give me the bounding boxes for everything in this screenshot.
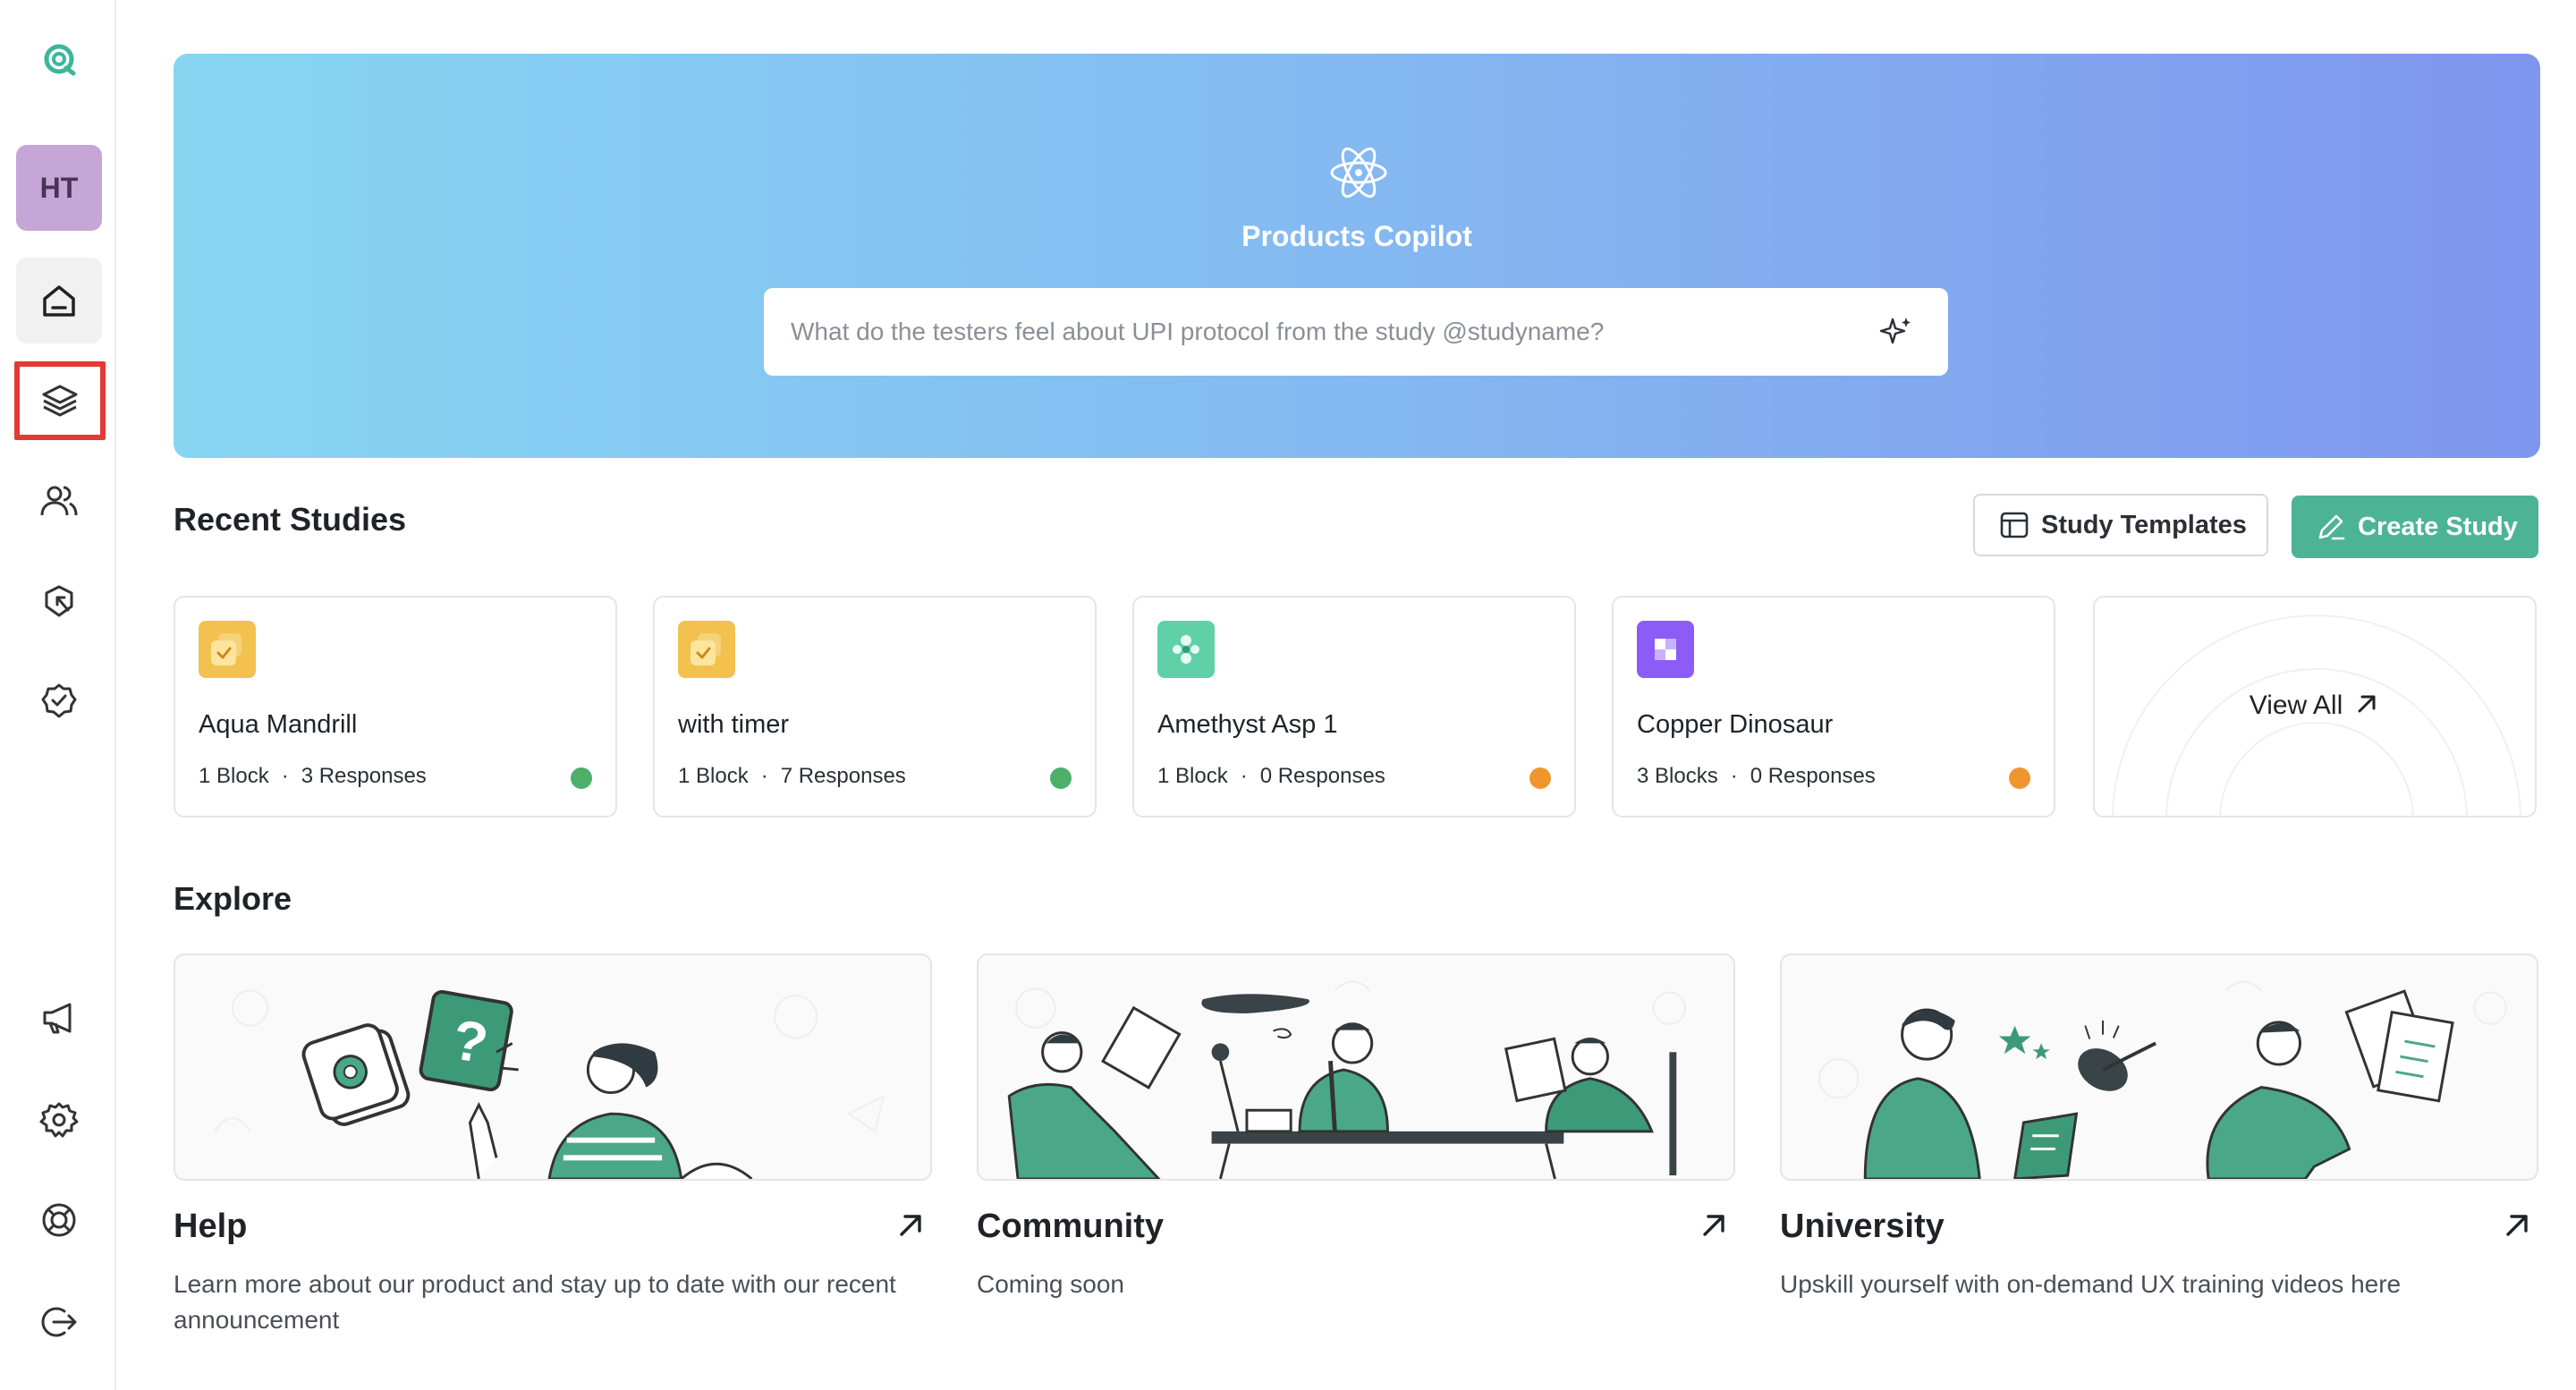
create-study-button[interactable]: Create Study: [2292, 496, 2538, 558]
sidebar-item-participants[interactable]: [16, 458, 102, 544]
view-all-card[interactable]: View All: [2093, 596, 2537, 818]
study-blocks: 1 Block: [1157, 764, 1228, 788]
sidebar: HT: [0, 0, 116, 1390]
template-icon: [2000, 512, 2029, 538]
layers-icon: [42, 385, 78, 417]
community-title[interactable]: Community: [977, 1208, 1164, 1246]
study-responses: 0 Responses: [1259, 764, 1385, 788]
home-icon: [43, 285, 75, 317]
study-card[interactable]: Copper Dinosaur 3 Blocks · 0 Responses: [1612, 596, 2055, 818]
study-name: Amethyst Asp 1: [1157, 710, 1338, 739]
study-templates-label: Study Templates: [2041, 510, 2247, 539]
study-meta: 1 Block · 0 Responses: [1157, 764, 1385, 788]
lifebuoy-icon: [42, 1203, 76, 1237]
status-dot: [571, 767, 592, 789]
people-icon: [40, 486, 78, 516]
study-icon: [199, 621, 256, 678]
help-title[interactable]: Help: [174, 1208, 247, 1246]
copilot-search: [764, 288, 1948, 376]
megaphone-icon: [43, 1003, 72, 1034]
avatar-initials: HT: [39, 171, 79, 204]
logout-icon: [41, 1307, 77, 1337]
study-meta: 1 Block · 3 Responses: [199, 764, 427, 788]
check-badge-icon: [41, 683, 77, 718]
sidebar-item-logout[interactable]: [16, 1279, 102, 1365]
study-responses: 3 Responses: [301, 764, 427, 788]
help-description: Learn more about our product and stay up…: [174, 1270, 896, 1334]
study-templates-button[interactable]: Study Templates: [1973, 494, 2268, 556]
cursor-click-icon: [45, 585, 73, 617]
study-blocks: 3 Blocks: [1637, 764, 1718, 788]
sidebar-item-support[interactable]: [16, 1177, 102, 1263]
sparkle-icon[interactable]: [1878, 314, 1914, 350]
arrow-up-right-icon[interactable]: [1698, 1209, 1730, 1242]
community-illustration[interactable]: [977, 954, 1735, 1181]
study-name: Copper Dinosaur: [1637, 710, 1834, 739]
study-card[interactable]: Aqua Mandrill 1 Block · 3 Responses: [174, 596, 617, 818]
study-meta: 3 Blocks · 0 Responses: [1637, 764, 1876, 788]
sidebar-item-tasks[interactable]: [16, 658, 102, 744]
status-dot: [1050, 767, 1072, 789]
help-illustration[interactable]: ?: [174, 954, 932, 1181]
sidebar-item-settings[interactable]: [16, 1077, 102, 1163]
status-dot: [2009, 767, 2030, 789]
sidebar-item-clicks[interactable]: [16, 558, 102, 644]
university-illustration[interactable]: [1780, 954, 2538, 1181]
study-responses: 0 Responses: [1750, 764, 1876, 788]
study-name: with timer: [678, 710, 790, 739]
study-icon: [678, 621, 735, 678]
atom-icon: [1330, 147, 1387, 199]
avatar[interactable]: HT: [16, 145, 102, 231]
study-meta: 1 Block · 7 Responses: [678, 764, 906, 788]
sidebar-item-studies[interactable]: [14, 361, 106, 440]
study-blocks: 1 Block: [678, 764, 749, 788]
arrow-up-right-icon[interactable]: [894, 1209, 927, 1242]
arrow-up-right-icon: [2358, 695, 2376, 713]
study-card[interactable]: with timer 1 Block · 7 Responses: [653, 596, 1097, 818]
sidebar-item-announcements[interactable]: [16, 975, 102, 1061]
university-title[interactable]: University: [1780, 1208, 1945, 1246]
arrow-up-right-icon[interactable]: [2501, 1209, 2533, 1242]
explore-title: Explore: [174, 880, 292, 917]
copilot-hero: Products Copilot: [174, 54, 2540, 458]
view-all-label: View All: [2249, 691, 2343, 720]
sidebar-item-home[interactable]: [16, 258, 102, 343]
study-icon: [1637, 621, 1694, 678]
copilot-search-input[interactable]: [764, 288, 1855, 376]
recent-studies-title: Recent Studies: [174, 501, 407, 538]
study-card[interactable]: Amethyst Asp 1 1 Block · 0 Responses: [1132, 596, 1576, 818]
create-study-label: Create Study: [2358, 512, 2518, 541]
pencil-icon: [2318, 514, 2345, 540]
community-description: Coming soon: [977, 1270, 1124, 1298]
study-icon: [1157, 621, 1215, 678]
status-dot: [1530, 767, 1551, 789]
gear-icon: [39, 1102, 79, 1138]
study-responses: 7 Responses: [780, 764, 906, 788]
copilot-title: Products Copilot: [1241, 220, 1472, 252]
study-name: Aqua Mandrill: [199, 710, 358, 739]
logo-icon[interactable]: [16, 16, 102, 102]
view-all-link[interactable]: View All: [2095, 691, 2535, 721]
university-description: Upskill yourself with on-demand UX train…: [1780, 1270, 2402, 1298]
study-blocks: 1 Block: [199, 764, 269, 788]
